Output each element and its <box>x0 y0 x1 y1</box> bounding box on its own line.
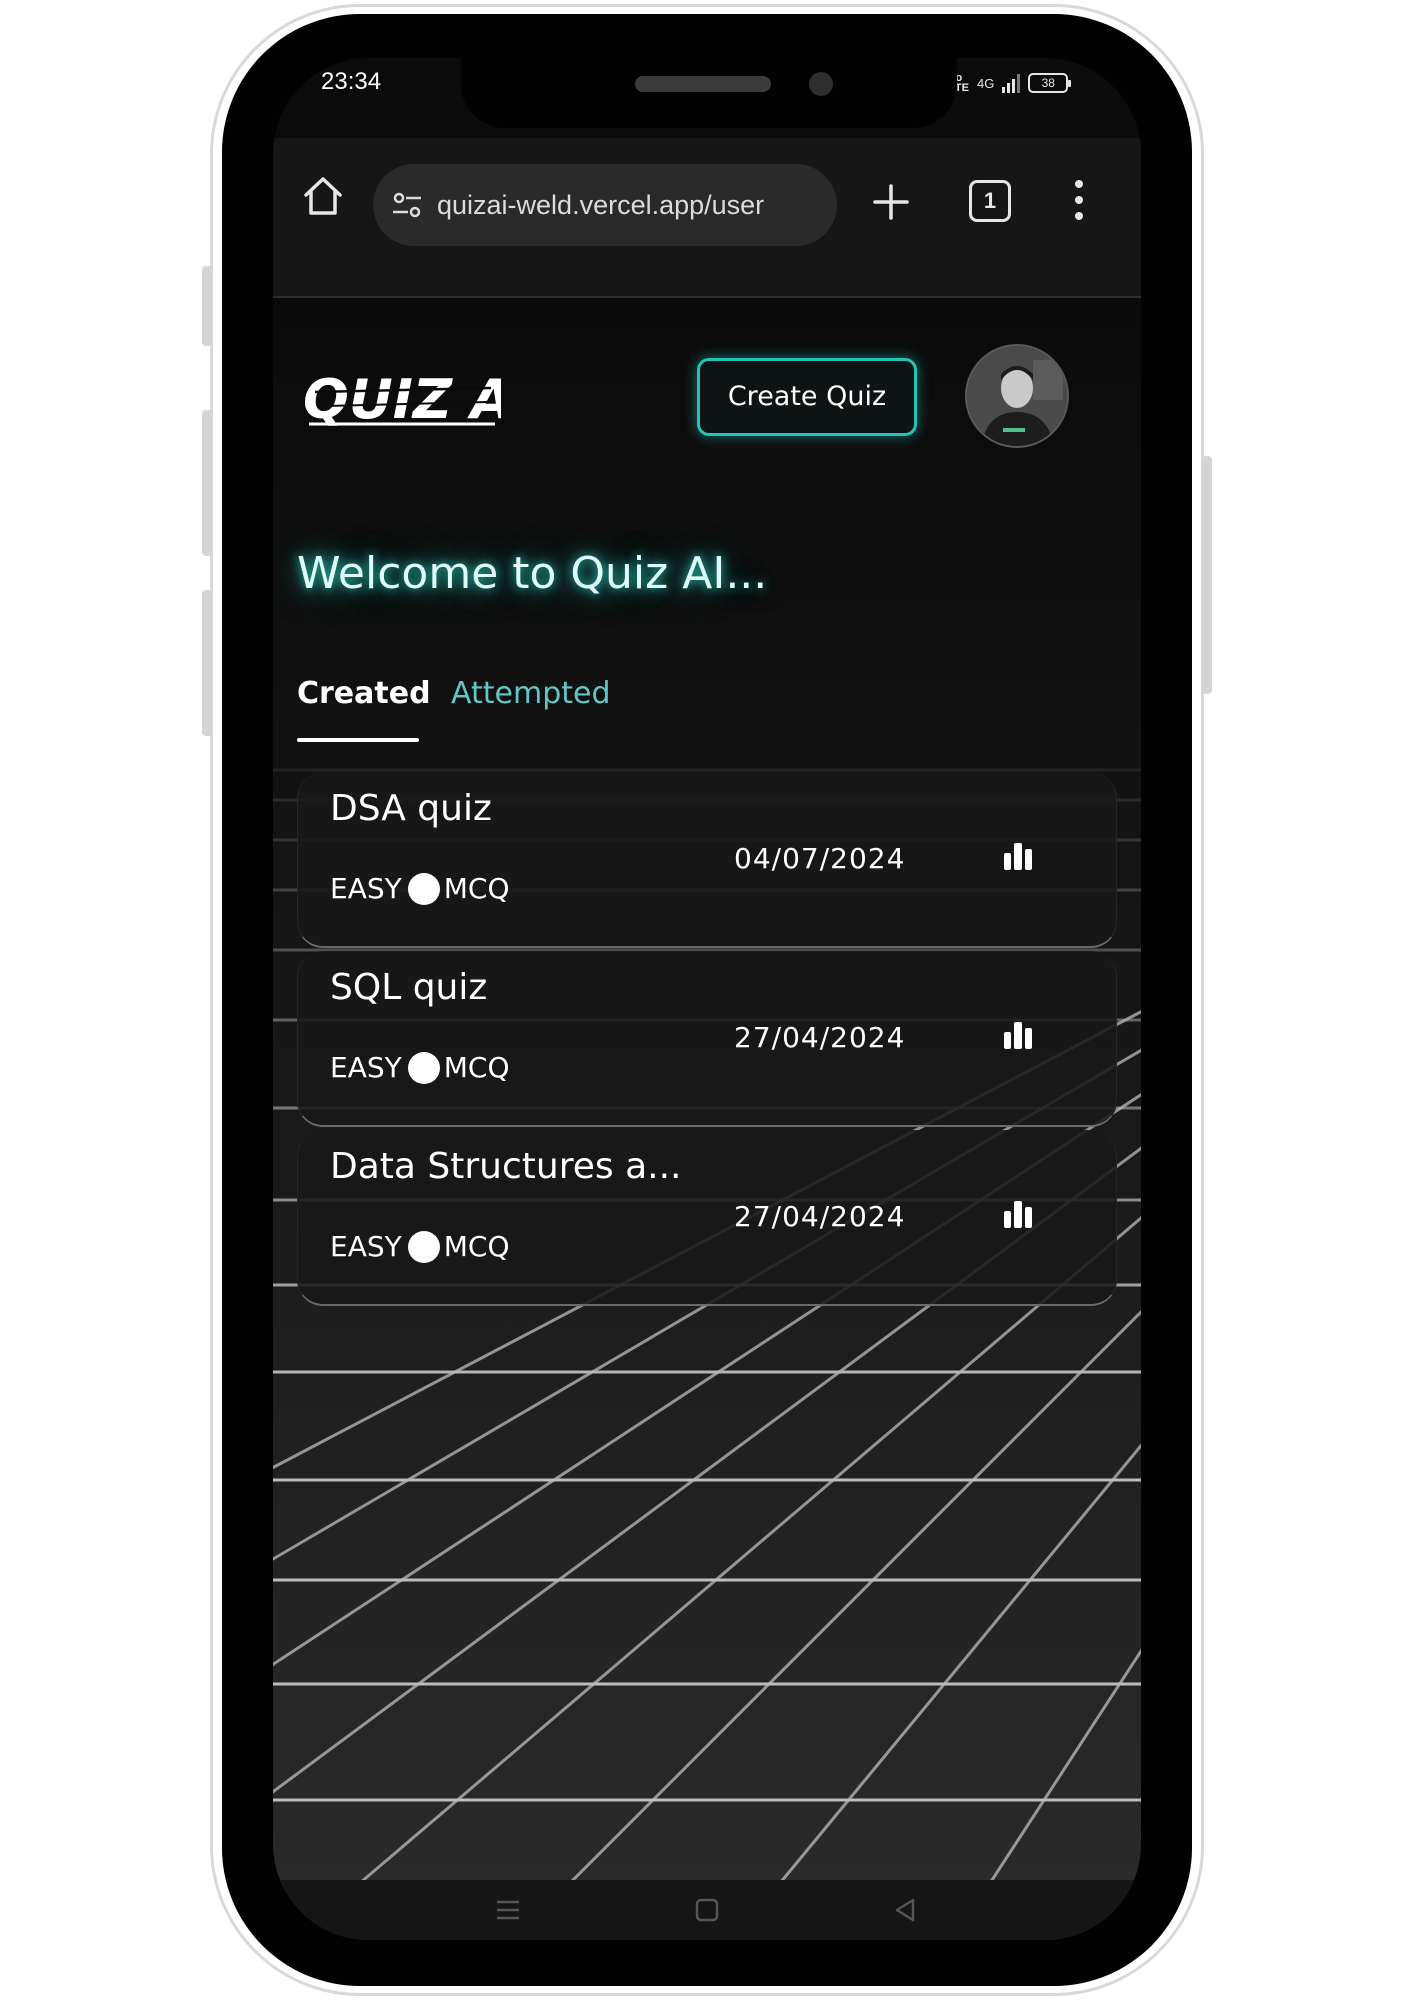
status-time: 23:34 <box>321 68 382 95</box>
app-content: QUIZ AI Create Quiz Welcome to Quiz AI..… <box>273 300 1141 1940</box>
user-avatar[interactable] <box>965 344 1069 448</box>
nav-home-icon[interactable] <box>695 1898 719 1922</box>
more-menu-icon[interactable] <box>1073 178 1085 222</box>
quiz-card[interactable]: DSA quiz EASY MCQ 04/07/2024 <box>297 772 1117 948</box>
quiz-date: 27/04/2024 <box>734 1200 906 1233</box>
address-bar[interactable]: quizai-weld.vercel.app/user <box>373 164 837 246</box>
camera-notch <box>461 58 957 128</box>
quiz-difficulty: EASY <box>330 872 402 905</box>
quiz-date: 27/04/2024 <box>734 1021 906 1054</box>
stats-icon[interactable] <box>1002 1019 1034 1051</box>
quiz-difficulty: EASY <box>330 1230 402 1263</box>
tab-created[interactable]: Created <box>297 676 431 711</box>
browser-toolbar: quizai-weld.vercel.app/user 1 <box>273 138 1141 298</box>
quiz-difficulty: EASY <box>330 1051 402 1084</box>
site-settings-icon[interactable] <box>389 187 425 223</box>
tabs-icon[interactable]: 1 <box>969 180 1011 222</box>
separator-dot <box>407 1051 440 1084</box>
separator-dot <box>407 872 440 905</box>
battery-level: 38 <box>1041 76 1055 90</box>
quiz-meta: EASY MCQ <box>330 1230 509 1263</box>
quiz-type: MCQ <box>443 1051 510 1084</box>
plus-icon[interactable] <box>871 182 911 222</box>
battery-icon: 38 <box>1028 73 1072 93</box>
quiz-ai-logo: QUIZ AI <box>303 368 501 431</box>
quiz-date: 04/07/2024 <box>734 842 906 875</box>
quiz-title: Data Structures a... <box>330 1146 682 1187</box>
stats-icon[interactable] <box>1002 1198 1034 1230</box>
quiz-card[interactable]: SQL quiz EASY MCQ 27/04/2024 <box>297 951 1117 1127</box>
tab-count: 1 <box>983 188 997 213</box>
status-icons: VoLTE 4G 38 <box>949 70 1072 96</box>
home-icon[interactable] <box>301 174 345 218</box>
active-tab-indicator <box>297 738 419 742</box>
avatar-image <box>967 346 1067 446</box>
network-type: 4G <box>976 75 995 91</box>
earpiece-speaker <box>635 76 771 92</box>
quiz-type: MCQ <box>443 872 510 905</box>
phone-screen: 23:34 VoLTE 4G 38 qui <box>273 58 1141 1940</box>
system-nav-bar <box>273 1880 1141 1940</box>
phone-volume-down-button <box>202 590 212 736</box>
nav-back-icon[interactable] <box>893 1898 917 1922</box>
phone-volume-up-button <box>202 410 212 556</box>
quiz-meta: EASY MCQ <box>330 1051 509 1084</box>
nav-menu-icon[interactable] <box>495 1898 521 1922</box>
welcome-heading: Welcome to Quiz AI... <box>297 548 768 599</box>
create-quiz-button[interactable]: Create Quiz <box>697 358 917 436</box>
phone-side-button <box>202 266 212 346</box>
status-bar: 23:34 VoLTE 4G 38 <box>273 58 1141 138</box>
quiz-title: DSA quiz <box>330 788 492 829</box>
url-text[interactable]: quizai-weld.vercel.app/user <box>437 190 764 221</box>
quiz-meta: EASY MCQ <box>330 872 509 905</box>
signal-icon <box>1002 73 1021 93</box>
tab-attempted[interactable]: Attempted <box>451 676 611 711</box>
stats-icon[interactable] <box>1002 840 1034 872</box>
separator-dot <box>407 1230 440 1263</box>
front-camera <box>809 72 833 96</box>
quiz-card[interactable]: Data Structures a... EASY MCQ 27/04/2024 <box>297 1130 1117 1306</box>
phone-power-button <box>1202 456 1212 694</box>
quiz-type: MCQ <box>443 1230 510 1263</box>
quiz-title: SQL quiz <box>330 967 488 1008</box>
svg-text:QUIZ AI: QUIZ AI <box>303 368 501 431</box>
